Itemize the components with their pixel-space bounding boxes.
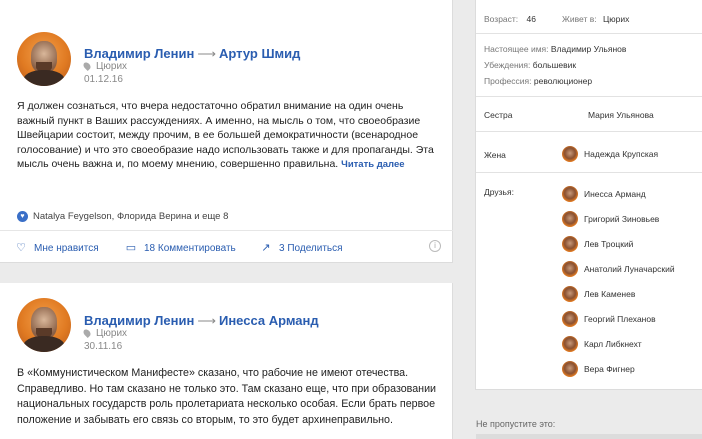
friend-name: Лев Троцкий — [584, 239, 634, 249]
divider — [476, 96, 702, 97]
divider — [476, 33, 702, 34]
comment-icon: ▭ — [125, 242, 137, 254]
post-date: 30.11.16 — [84, 341, 123, 352]
like-label: Мне нравится — [34, 243, 99, 254]
friend-name: Григорий Зиновьев — [584, 214, 660, 224]
comment-button[interactable]: ▭ 18 Комментировать — [125, 241, 236, 254]
wife-label: Жена — [484, 150, 506, 160]
recipient-link[interactable]: Инесса Арманд — [219, 313, 319, 328]
friend-item[interactable]: Лев Троцкий — [562, 236, 633, 254]
dont-miss-heading: Не пропустите это: — [476, 419, 556, 429]
likers-summary[interactable]: ♥ Natalya Feygelson, Флорида Верина и еще… — [17, 211, 228, 222]
post-actions: ♡ Мне нравится ▭ 18 Комментировать ↗ 3 Поде… — [0, 230, 453, 262]
profession-label: Профессия: — [484, 76, 532, 86]
friend-item[interactable]: Карл Либкнехт — [562, 336, 642, 354]
real-name-value: Владимир Ульянов — [550, 44, 627, 54]
post-location: Цюрих — [82, 328, 128, 339]
friend-name: Анатолий Луначарский — [584, 264, 675, 274]
friend-name: Карл Либкнехт — [584, 339, 642, 349]
post-text: Я должен сознаться, что вчера недостаточ… — [17, 99, 437, 173]
share-label: 3 Поделиться — [279, 243, 343, 254]
age-row: Возраст: 46 — [484, 14, 536, 24]
share-icon: ↗ — [261, 242, 271, 254]
avatar-suit — [23, 336, 65, 352]
post-text: В «Коммунистическом Манифесте» сказано, … — [17, 367, 437, 426]
author-link[interactable]: Владимир Ленин — [84, 313, 194, 328]
post-date: 01.12.16 — [84, 74, 123, 85]
friend-avatar — [562, 336, 578, 352]
friend-avatar — [562, 286, 578, 302]
age-label: Возраст: — [484, 14, 519, 24]
friend-name: Георгий Плеханов — [584, 314, 656, 324]
arrow-icon: ⟶ — [197, 313, 216, 328]
friend-item[interactable]: Инесса Арманд — [562, 186, 646, 204]
friend-item[interactable]: Анатолий Луначарский — [562, 261, 675, 279]
post-title: Владимир Ленин ⟶ Инесса Арманд — [84, 313, 319, 329]
comment-label: 18 Комментировать — [144, 243, 236, 254]
arrow-icon: ⟶ — [197, 46, 216, 61]
friend-avatar — [562, 186, 578, 202]
friend-avatar — [562, 236, 578, 252]
share-button[interactable]: ↗ 3 Поделиться — [260, 241, 343, 254]
profession-row: Профессия: революционер — [484, 76, 592, 86]
sister-value[interactable]: Мария Ульянова — [588, 110, 654, 120]
location-text: Цюрих — [96, 61, 128, 72]
friend-avatar — [562, 261, 578, 277]
friend-item[interactable]: Лев Каменев — [562, 286, 635, 304]
info-icon[interactable]: i — [429, 240, 441, 252]
age-value: 46 — [526, 14, 537, 24]
beliefs-label: Убеждения: — [484, 60, 531, 70]
profile-sidebar: Возраст: 46 Живет в: Цюрих Настоящее имя… — [475, 0, 702, 390]
friend-name: Лев Каменев — [584, 289, 636, 299]
author-link[interactable]: Владимир Ленин — [84, 46, 194, 61]
author-avatar[interactable] — [17, 32, 71, 86]
friend-item[interactable]: Вера Фигнер — [562, 361, 635, 379]
lives-label: Живет в: — [562, 14, 597, 24]
divider — [476, 131, 702, 132]
lives-row: Живет в: Цюрих — [562, 14, 629, 24]
heart-icon: ♥ — [17, 211, 28, 222]
pin-icon — [82, 61, 92, 72]
friend-item[interactable]: Георгий Плеханов — [562, 311, 656, 329]
post-card: Владимир Ленин ⟶ Инесса Арманд Цюрих 30.11… — [0, 283, 453, 439]
friend-item[interactable]: Григорий Зиновьев — [562, 211, 659, 229]
friend-avatar — [562, 311, 578, 327]
likers-text: Natalya Feygelson, Флорида Верина и еще … — [33, 211, 229, 223]
friend-avatar — [562, 361, 578, 377]
post-location: Цюрих — [82, 61, 128, 72]
lives-value: Цюрих — [602, 14, 630, 24]
real-name-row: Настоящее имя: Владимир Ульянов — [484, 44, 626, 54]
beliefs-value: большевик — [532, 60, 577, 70]
real-name-label: Настоящее имя: — [484, 44, 549, 54]
friend-name: Инесса Арманд — [584, 189, 646, 199]
friend-avatar — [562, 211, 578, 227]
sister-label: Сестра — [484, 110, 513, 120]
wife-item[interactable]: Надежда Крупская — [562, 146, 658, 164]
like-button[interactable]: ♡ Мне нравится — [15, 241, 99, 254]
dont-miss-panel — [476, 434, 702, 439]
divider — [476, 172, 702, 173]
read-more-link[interactable]: Читать далее — [341, 159, 404, 170]
avatar-suit — [23, 70, 65, 86]
pin-icon — [82, 328, 92, 339]
profession-value: революционер — [533, 76, 593, 86]
beliefs-row: Убеждения: большевик — [484, 60, 576, 70]
heart-outline-icon: ♡ — [16, 242, 26, 254]
location-text: Цюрих — [96, 328, 128, 339]
wife-avatar — [562, 146, 578, 162]
post-title: Владимир Ленин ⟶ Артур Шмид — [84, 46, 300, 62]
wife-name: Надежда Крупская — [584, 149, 659, 159]
author-avatar[interactable] — [17, 298, 71, 352]
recipient-link[interactable]: Артур Шмид — [219, 46, 300, 61]
friend-name: Вера Фигнер — [584, 364, 635, 374]
friends-label: Друзья: — [484, 187, 514, 197]
post-card: Владимир Ленин ⟶ Артур Шмид Цюрих 01.12.16… — [0, 0, 453, 263]
